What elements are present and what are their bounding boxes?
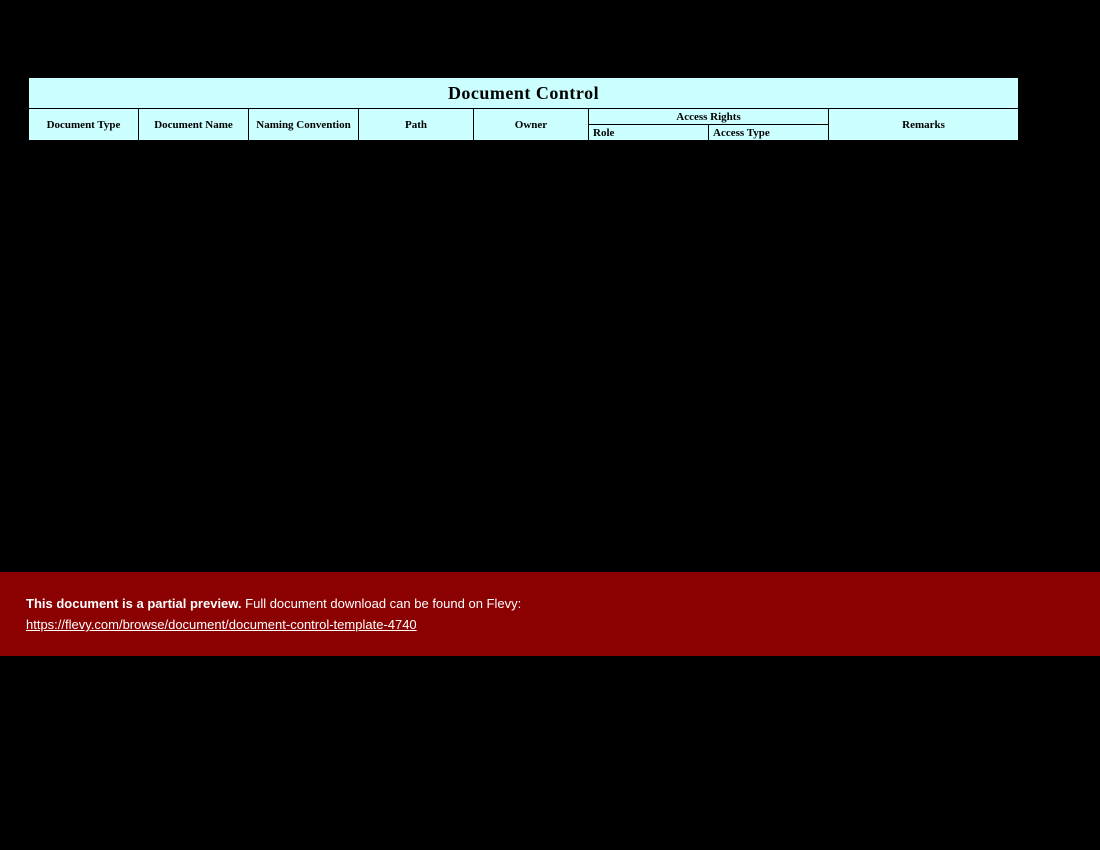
header-naming-convention: Naming Convention: [249, 109, 359, 141]
header-owner: Owner: [474, 109, 589, 141]
banner-bold-text: This document is a partial preview.: [26, 596, 242, 611]
header-document-type: Document Type: [29, 109, 139, 141]
header-remarks: Remarks: [829, 109, 1019, 141]
document-control-table: Document Control Document Type Document …: [28, 77, 1019, 141]
document-control-table-wrapper: Document Control Document Type Document …: [28, 77, 1018, 141]
header-access-rights: Access Rights: [589, 109, 829, 125]
header-document-name: Document Name: [139, 109, 249, 141]
header-path: Path: [359, 109, 474, 141]
preview-banner: This document is a partial preview. Full…: [0, 572, 1100, 656]
banner-text-line: This document is a partial preview. Full…: [26, 596, 1100, 611]
banner-link[interactable]: https://flevy.com/browse/document/docume…: [26, 617, 417, 632]
banner-link-line: https://flevy.com/browse/document/docume…: [26, 617, 1100, 632]
header-role: Role: [589, 125, 709, 141]
table-title: Document Control: [29, 78, 1019, 109]
banner-rest-text: Full document download can be found on F…: [242, 596, 522, 611]
header-access-type: Access Type: [709, 125, 829, 141]
